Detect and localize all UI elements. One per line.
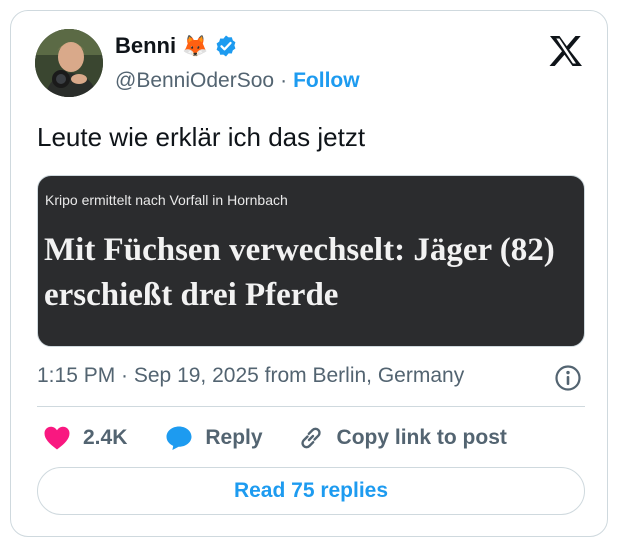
heart-icon	[44, 426, 70, 450]
reply-bubble-icon	[166, 426, 192, 450]
reply-button[interactable]: Reply	[165, 425, 263, 451]
like-count: 2.4K	[83, 426, 128, 449]
tweet-timestamp-location[interactable]: 1:15 PM · Sep 19, 2025 from Berlin, Germ…	[37, 364, 464, 388]
author-handle-row: @BenniOderSoo · Follow	[115, 69, 360, 93]
handle-separator: ·	[280, 69, 288, 92]
avatar-photo	[35, 29, 103, 97]
media-headline: Mit Füchsen verwechselt: Jäger (82) ersc…	[44, 232, 555, 313]
copy-link-button[interactable]: Copy link to post	[297, 424, 507, 452]
like-button[interactable]: 2.4K	[43, 425, 127, 451]
link-icon	[300, 427, 321, 449]
avatar[interactable]	[35, 29, 103, 97]
author-handle[interactable]: @BenniOderSoo	[115, 69, 274, 93]
x-logo-icon[interactable]	[549, 35, 583, 67]
reply-label: Reply	[205, 426, 263, 449]
action-bar: 2.4K Reply Copy link to post	[37, 421, 507, 455]
embedded-post-card: Benni 🦊 @BenniOderSoo · Follow Leute wie…	[10, 10, 608, 537]
info-icon[interactable]	[554, 364, 582, 392]
media-kicker: Kripo ermittelt nach Vorfall in Hornbach	[45, 192, 288, 208]
tweet-media-image[interactable]: Kripo ermittelt nach Vorfall in Hornbach…	[37, 175, 585, 347]
tweet-text: Leute wie erklär ich das jetzt	[37, 122, 366, 152]
author-display-name[interactable]: Benni	[115, 33, 176, 59]
read-replies-button[interactable]: Read 75 replies	[37, 467, 585, 515]
verified-badge-icon	[216, 35, 236, 57]
author-name-row: Benni 🦊	[115, 33, 238, 59]
follow-button[interactable]: Follow	[293, 69, 360, 93]
copy-link-label: Copy link to post	[336, 426, 507, 449]
divider	[37, 406, 585, 407]
fox-emoji-icon: 🦊	[182, 34, 209, 58]
